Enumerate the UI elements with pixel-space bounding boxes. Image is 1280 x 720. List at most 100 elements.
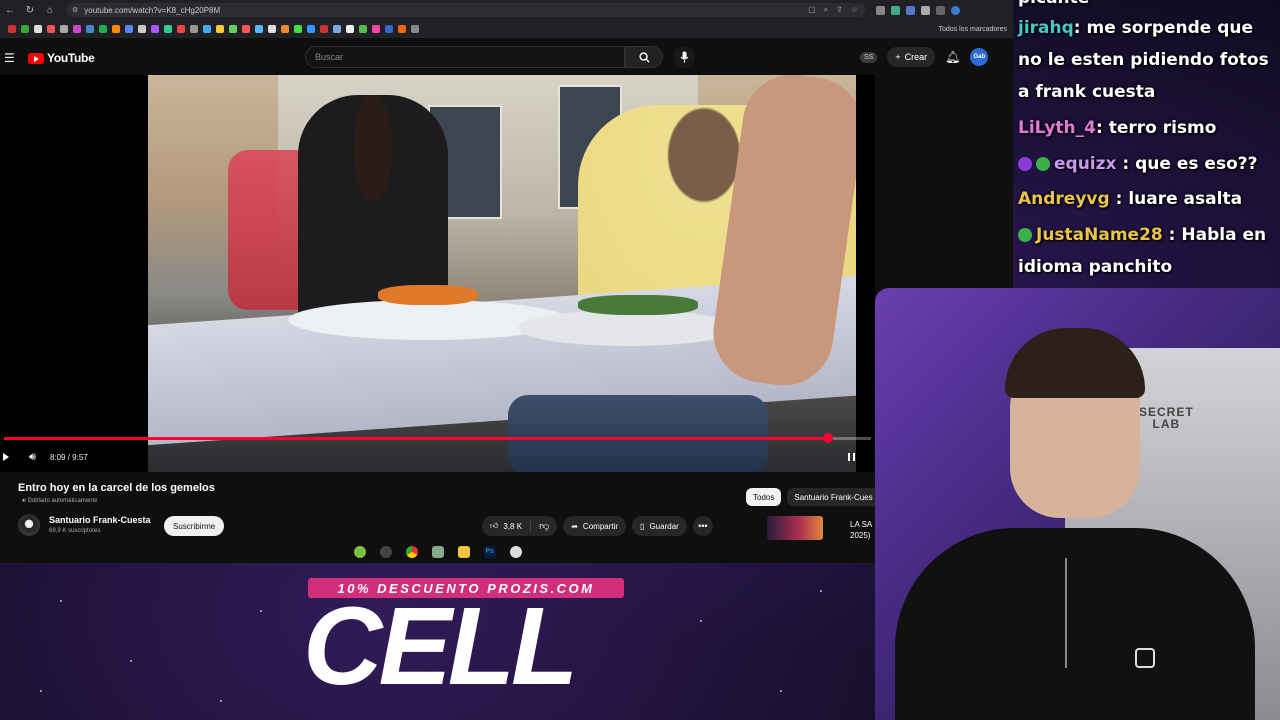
bookmark-icon[interactable] bbox=[112, 25, 120, 33]
recommended-video-title[interactable]: LA SA 2025) bbox=[850, 519, 872, 541]
home-icon[interactable]: ⌂ bbox=[40, 5, 60, 16]
share-button[interactable]: ➦ Compartir bbox=[563, 516, 627, 536]
bookmark-icon[interactable] bbox=[21, 25, 29, 33]
bookmark-icon[interactable] bbox=[190, 25, 198, 33]
bookmark-icon[interactable] bbox=[73, 25, 81, 33]
scrubber-handle[interactable] bbox=[822, 433, 833, 443]
pause-icon[interactable] bbox=[848, 453, 855, 461]
bookmark-icon[interactable] bbox=[8, 25, 16, 33]
bookmark-icon[interactable] bbox=[164, 25, 172, 33]
bookmark-icon[interactable] bbox=[255, 25, 263, 33]
search-icon bbox=[638, 51, 650, 63]
volume-icon[interactable]: 🔊︎ bbox=[29, 451, 36, 464]
bookmark-icon[interactable] bbox=[411, 25, 419, 33]
plate bbox=[518, 310, 738, 346]
youtube-logo[interactable]: YouTube bbox=[28, 51, 95, 65]
bookmark-icon[interactable] bbox=[125, 25, 133, 33]
bookmark-icon[interactable] bbox=[229, 25, 237, 33]
chat-text: : luare asalta bbox=[1109, 189, 1243, 209]
site-info-icon[interactable]: ⚙ bbox=[72, 6, 78, 14]
zoom-icon[interactable]: ⌕ bbox=[824, 5, 828, 15]
video-player[interactable]: 🔊︎ 8:09 / 9:57 bbox=[0, 75, 875, 472]
recommended-title-line: LA SA bbox=[850, 520, 873, 529]
like-button[interactable]: 👍︎ 3,8 K bbox=[482, 520, 532, 532]
folder-icon[interactable] bbox=[457, 546, 470, 558]
bookmark-icon[interactable] bbox=[346, 25, 354, 33]
account-avatar[interactable]: Gab bbox=[970, 48, 989, 66]
share-icon[interactable]: ⇪ bbox=[836, 5, 843, 15]
photoshop-icon[interactable]: Ps bbox=[483, 546, 496, 558]
address-bar[interactable]: ⚙ youtube.com/watch?v=K8_cHg20P8M ▢ ⌕ ⇪ … bbox=[66, 3, 866, 17]
ss-badge[interactable]: SS bbox=[860, 51, 878, 63]
bookmark-icon[interactable] bbox=[294, 25, 302, 33]
create-button[interactable]: + Crear bbox=[887, 47, 936, 67]
bookmark-icon[interactable] bbox=[333, 25, 341, 33]
extension-icon[interactable] bbox=[876, 5, 885, 15]
bookmark-icon[interactable] bbox=[268, 25, 276, 33]
play-icon[interactable] bbox=[3, 453, 9, 461]
chip-channel[interactable]: Santuario Frank-Cues bbox=[787, 488, 880, 506]
search-button[interactable] bbox=[625, 46, 663, 68]
thumbs-down-icon: 👎︎ bbox=[539, 521, 550, 532]
bookmark-icon[interactable] bbox=[372, 25, 380, 33]
bookmark-icon[interactable] bbox=[216, 25, 224, 33]
save-button[interactable]: ▯ Guardar bbox=[632, 516, 687, 536]
menu-icon[interactable] bbox=[936, 5, 945, 15]
channel-name[interactable]: Santuario Frank-Cuesta bbox=[49, 515, 151, 525]
chat-text: idioma panchito bbox=[1018, 257, 1173, 277]
chat-message: picante bbox=[1018, 0, 1089, 8]
bookmark-icon[interactable] bbox=[86, 25, 94, 33]
progress-bar[interactable] bbox=[4, 433, 871, 443]
bookmark-icon[interactable] bbox=[47, 25, 55, 33]
nvidia-icon[interactable] bbox=[353, 546, 366, 558]
chat-message: equizx : que es eso?? bbox=[1018, 154, 1257, 174]
profile-icon[interactable] bbox=[951, 5, 960, 15]
more-actions-button[interactable]: ••• bbox=[692, 516, 713, 536]
chat-message: a frank cuesta bbox=[1018, 82, 1155, 102]
bookmark-icon[interactable] bbox=[398, 25, 406, 33]
dislike-button[interactable]: 👎︎ bbox=[531, 520, 557, 532]
chair-logo: SECRET LAB bbox=[1139, 406, 1194, 430]
app-icon[interactable] bbox=[431, 546, 444, 558]
extension-icon[interactable] bbox=[891, 5, 900, 15]
like-count: 3,8 K bbox=[503, 521, 523, 531]
share-label: Compartir bbox=[582, 521, 619, 531]
bookmark-icon[interactable] bbox=[281, 25, 289, 33]
puzzle-icon[interactable] bbox=[921, 5, 930, 15]
notifications-bell-icon[interactable]: 🔔︎ bbox=[945, 50, 960, 64]
channel-avatar[interactable] bbox=[18, 514, 40, 536]
salad bbox=[578, 295, 698, 315]
menu-hamburger-icon[interactable]: ☰ bbox=[4, 51, 15, 65]
voice-search-button[interactable] bbox=[673, 46, 695, 68]
bookmark-star-icon[interactable]: ☆ bbox=[851, 5, 858, 15]
chat-username: LiLyth_4 bbox=[1018, 118, 1096, 138]
bookmark-icon[interactable] bbox=[138, 25, 146, 33]
search-input[interactable]: Buscar bbox=[305, 46, 625, 68]
bookmark-icon[interactable] bbox=[385, 25, 393, 33]
bookmark-icon[interactable] bbox=[307, 25, 315, 33]
channel-subscribers: 69,9 K suscriptores bbox=[49, 528, 101, 534]
screenshot-icon[interactable]: ▢ bbox=[808, 5, 816, 15]
back-icon[interactable]: ← bbox=[0, 5, 20, 16]
extension-icon[interactable] bbox=[906, 5, 915, 15]
bookmark-icon[interactable] bbox=[151, 25, 159, 33]
chrome-icon[interactable] bbox=[405, 546, 418, 558]
subscribe-button[interactable]: Suscribirme bbox=[164, 516, 225, 536]
youtube-logo-text: YouTube bbox=[47, 51, 95, 65]
reload-icon[interactable]: ↻ bbox=[20, 5, 40, 16]
bookmark-icon[interactable] bbox=[359, 25, 367, 33]
recommended-video-thumbnail[interactable] bbox=[767, 516, 823, 540]
all-bookmarks-link[interactable]: Todos los marcadores bbox=[939, 26, 1013, 33]
app-icon[interactable] bbox=[379, 546, 392, 558]
bookmark-icon[interactable] bbox=[203, 25, 211, 33]
bookmark-icon[interactable] bbox=[242, 25, 250, 33]
bookmark-icon[interactable] bbox=[34, 25, 42, 33]
chip-all[interactable]: Todos bbox=[746, 488, 782, 506]
chat-username: JustaName28 bbox=[1036, 225, 1163, 245]
microphone-icon bbox=[680, 51, 688, 63]
app-icon[interactable] bbox=[509, 546, 522, 558]
bookmark-icon[interactable] bbox=[177, 25, 185, 33]
bookmark-icon[interactable] bbox=[99, 25, 107, 33]
bookmark-icon[interactable] bbox=[60, 25, 68, 33]
bookmark-icon[interactable] bbox=[320, 25, 328, 33]
